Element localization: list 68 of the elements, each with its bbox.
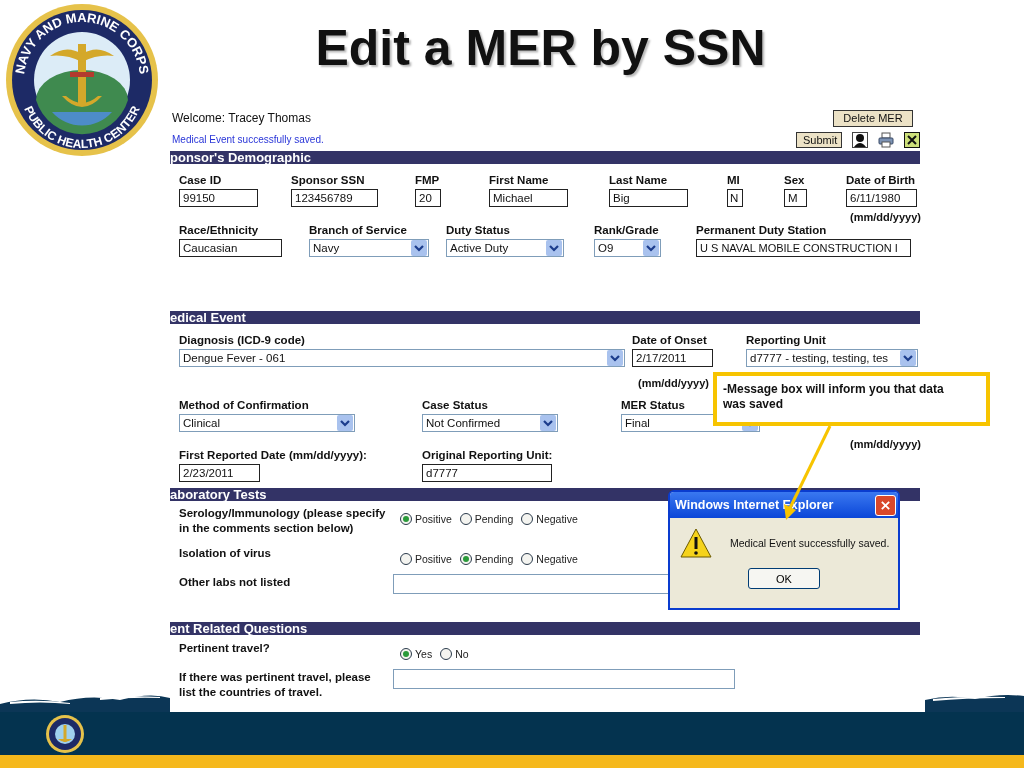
date-format-hint: (mm/dd/yyyy) [638, 377, 709, 389]
field-label: Original Reporting Unit: [422, 449, 553, 461]
text-field[interactable]: 2/17/2011 [632, 349, 713, 367]
field-label: Branch of Service [309, 224, 407, 236]
submit-button[interactable]: Submit [796, 131, 842, 148]
delete-button[interactable]: Delete MER [833, 109, 913, 127]
field-label: MI [727, 174, 740, 186]
text-field[interactable]: Big [609, 189, 688, 207]
field-label: Case ID [179, 174, 222, 186]
slide-title: Edit a MER by SSN [315, 20, 766, 76]
question-label: Serology/Immunology (please specify in the comments section below) [179, 506, 387, 536]
field-label: Permanent Duty Station [696, 224, 827, 236]
section-header: ponsor's Demographic [170, 151, 920, 164]
radio-option[interactable]: Negative [521, 513, 578, 525]
dropdown[interactable]: Active Duty [446, 239, 564, 257]
ok-button[interactable]: OK [748, 568, 820, 589]
text-field[interactable]: 6/11/1980 [846, 189, 917, 207]
callout-tooltip: -Message box will inform you that data was saved [713, 372, 990, 426]
field-label: Date of Onset [632, 334, 707, 346]
text-field[interactable]: 20 [415, 189, 441, 207]
field-label: Rank/Grade [594, 224, 659, 236]
dropdown[interactable]: Clinical [179, 414, 355, 432]
radio-option[interactable]: Pending [459, 553, 514, 565]
dropdown[interactable]: Not Confirmed [422, 414, 558, 432]
question-label: If there was pertinent travel, please list the countries of travel. [179, 670, 372, 700]
dropdown[interactable]: Dengue Fever - 061 [179, 349, 625, 367]
text-field[interactable]: d7777 [422, 464, 552, 482]
radio-option[interactable]: Negative [521, 553, 578, 565]
text-field[interactable]: M [784, 189, 807, 207]
field-label: Date of Birth [846, 174, 915, 186]
field-label: Diagnosis (ICD-9 code) [179, 334, 305, 346]
field-label: Reporting Unit [746, 334, 826, 346]
field-label: Sponsor SSN [291, 174, 365, 186]
text-field[interactable]: N [727, 189, 743, 207]
radio-option[interactable]: Pending [459, 513, 514, 525]
question-label: Isolation of virus [179, 546, 272, 561]
dialog-message: Medical Event successfully saved. [730, 537, 890, 549]
text-field[interactable]: 123456789 [291, 189, 378, 207]
field-label: Method of Confirmation [179, 399, 309, 411]
date-format-hint: (mm/dd/yyyy) [850, 438, 921, 450]
field-label: Race/Ethnicity [179, 224, 259, 236]
field-label: Case Status [422, 399, 488, 411]
section-header: ent Related Questions [170, 622, 920, 635]
question-label: Other labs not listed [179, 575, 292, 590]
welcome-text: Welcome: Tracey Thomas [172, 111, 311, 125]
radio-option[interactable]: No [440, 648, 469, 660]
text-field[interactable]: U S NAVAL MOBILE CONSTRUCTION I [696, 239, 911, 257]
question-label: Pertinent travel? [179, 641, 271, 656]
field-label: Last Name [609, 174, 668, 186]
dropdown[interactable]: O9 [594, 239, 661, 257]
radio-option[interactable]: Positive [400, 513, 452, 525]
dropdown[interactable]: Navy [309, 239, 429, 257]
text-field[interactable]: Michael [489, 189, 568, 207]
field-label: First Reported Date (mm/dd/yyyy): [179, 449, 367, 461]
field-label: MER Status [621, 399, 685, 411]
status-message: Medical Event successfully saved. [172, 134, 324, 145]
radio-option[interactable]: Positive [400, 553, 452, 565]
dropdown[interactable]: d7777 - testing, testing, tes [746, 349, 918, 367]
date-format-hint: (mm/dd/yyyy) [850, 211, 921, 223]
section-header: edical Event [170, 311, 920, 324]
field-label: First Name [489, 174, 549, 186]
field-label: Duty Status [446, 224, 510, 236]
radio-option[interactable]: Yes [400, 648, 433, 660]
field-label: Sex [784, 174, 805, 186]
text-field[interactable]: Caucasian [179, 239, 282, 257]
text-field[interactable]: 99150 [179, 189, 258, 207]
field-label: FMP [415, 174, 440, 186]
text-field[interactable]: 2/23/2011 [179, 464, 260, 482]
